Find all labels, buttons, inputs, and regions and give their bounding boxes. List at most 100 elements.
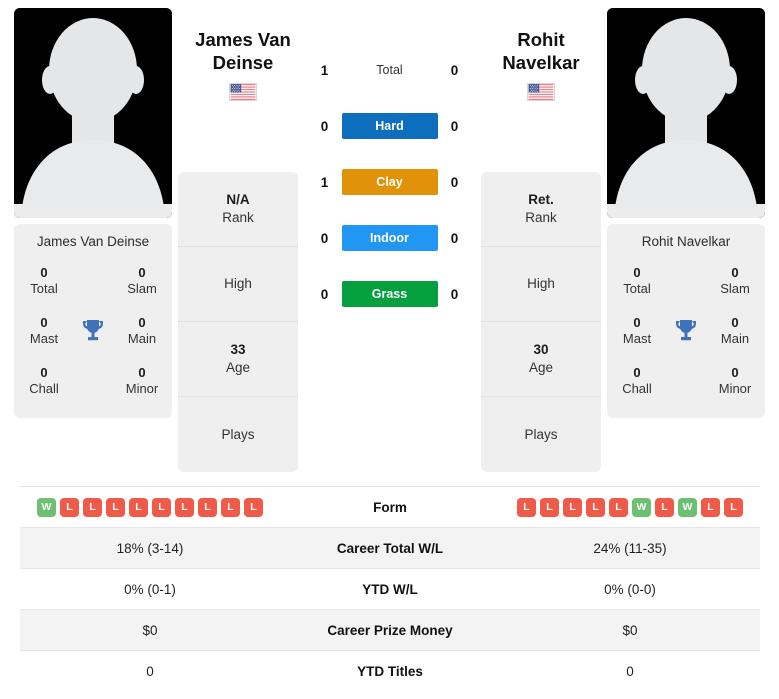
left-ytd-titles-value: 0 bbox=[146, 664, 154, 679]
h2h-clay-right-score: 0 bbox=[450, 174, 459, 190]
right-ytd-titles-value: 0 bbox=[626, 664, 634, 679]
h2h-hard-badge[interactable]: Hard bbox=[341, 113, 438, 139]
left-titles-minor: 0 Minor bbox=[116, 365, 168, 398]
left-titles-chall-label: Chall bbox=[29, 381, 59, 396]
right-titles-main: 0 Main bbox=[709, 315, 761, 348]
left-titles-grid: 0 Total 0 Slam 0 Mast 0 Main 0 Chall 0 M… bbox=[18, 256, 168, 406]
left-info-high: High bbox=[178, 247, 298, 322]
form-badge-loss[interactable]: L bbox=[129, 497, 148, 517]
right-info-age: 30 Age bbox=[481, 322, 601, 397]
right-career-prize-money-value: $0 bbox=[622, 622, 638, 638]
form-badge-loss[interactable]: L bbox=[198, 497, 217, 517]
h2h-clay-badge[interactable]: Clay bbox=[341, 169, 438, 195]
right-titles-chall-value: 0 bbox=[633, 364, 641, 380]
form-badge-loss[interactable]: L bbox=[563, 497, 582, 517]
player-comparison-page: James Van Deinse 0 Total 0 Slam 0 Mast 0… bbox=[0, 0, 779, 699]
h2h-hard-left-score: 0 bbox=[320, 118, 329, 134]
right-career-total-wl-value: 24% (11-35) bbox=[593, 540, 667, 556]
stats-career-total-wl-label: Career Total W/L bbox=[336, 540, 444, 556]
form-badge-loss[interactable]: L bbox=[724, 497, 743, 517]
form-badge-loss[interactable]: L bbox=[609, 497, 628, 517]
right-titles-chall: 0 Chall bbox=[611, 365, 663, 398]
right-form-strip: LLLLLWLWLL bbox=[517, 497, 743, 517]
left-titles-main-label: Main bbox=[127, 331, 157, 346]
right-titles-slam-label: Slam bbox=[720, 281, 750, 296]
right-info-rank: Ret. Rank bbox=[481, 172, 601, 247]
trophy-icon bbox=[676, 320, 696, 341]
left-player-info-column: N/A Rank High 33 Age Plays bbox=[178, 172, 298, 472]
right-titles-chall-label: Chall bbox=[622, 381, 652, 396]
stats-form-right-cell: LLLLLWLWLL bbox=[500, 497, 760, 517]
right-titles-mast: 0 Mast bbox=[611, 315, 663, 348]
h2h-indoor-left-score: 0 bbox=[320, 230, 329, 246]
form-badge-win[interactable]: W bbox=[632, 497, 651, 517]
h2h-row-grass: 0 Grass 0 bbox=[304, 280, 475, 308]
right-info-high: High bbox=[481, 247, 601, 322]
right-titles-mast-value: 0 bbox=[633, 314, 641, 330]
left-ytd-wl-value: 0% (0-1) bbox=[124, 581, 176, 597]
h2h-grass-badge[interactable]: Grass bbox=[341, 281, 438, 307]
left-info-rank-label: Rank bbox=[222, 210, 254, 225]
form-badge-loss[interactable]: L bbox=[106, 497, 125, 517]
left-titles-main: 0 Main bbox=[116, 315, 168, 348]
right-info-high-label: High bbox=[527, 276, 555, 292]
form-badge-loss[interactable]: L bbox=[244, 497, 263, 517]
right-ytd-wl-value: 0% (0-0) bbox=[604, 581, 656, 597]
right-titles-minor: 0 Minor bbox=[709, 365, 761, 398]
right-player-panel: Rohit Navelkar 0 Total 0 Slam 0 Mast 0 M… bbox=[607, 8, 765, 418]
left-info-age: 33 Age bbox=[178, 322, 298, 397]
right-info-age-label: Age bbox=[528, 360, 554, 375]
right-info-plays-label: Plays bbox=[524, 426, 558, 442]
h2h-row-hard: 0 Hard 0 bbox=[304, 112, 475, 140]
h2h-grass-left-score: 0 bbox=[320, 286, 329, 302]
stats-career-prize-money-label: Career Prize Money bbox=[327, 622, 453, 638]
form-badge-loss[interactable]: L bbox=[586, 497, 605, 517]
right-info-rank-value: Ret. bbox=[528, 192, 554, 208]
form-badge-loss[interactable]: L bbox=[655, 497, 674, 517]
stats-form-left-cell: WLLLLLLLLL bbox=[20, 497, 280, 517]
form-badge-win[interactable]: W bbox=[37, 497, 56, 517]
left-form-strip: WLLLLLLLLL bbox=[37, 497, 263, 517]
h2h-total-left-score: 1 bbox=[320, 62, 329, 78]
left-info-rank: N/A Rank bbox=[178, 172, 298, 247]
right-trophy-icon-cell bbox=[663, 318, 709, 344]
right-titles-minor-value: 0 bbox=[731, 364, 739, 380]
trophy-icon bbox=[83, 320, 103, 341]
right-titles-slam: 0 Slam bbox=[709, 265, 761, 298]
form-badge-loss[interactable]: L bbox=[175, 497, 194, 517]
right-info-age-value: 30 bbox=[533, 342, 549, 358]
avatar-silhouette-icon bbox=[607, 8, 765, 218]
right-titles-grid: 0 Total 0 Slam 0 Mast 0 Main 0 Chall 0 M… bbox=[611, 256, 761, 406]
left-player-titles-card: James Van Deinse 0 Total 0 Slam 0 Mast 0… bbox=[14, 224, 172, 418]
comparison-area: James Van Deinse 0 Total 0 Slam 0 Mast 0… bbox=[0, 0, 779, 472]
h2h-row-indoor: 0 Indoor 0 bbox=[304, 224, 475, 252]
right-player-card-name: Rohit Navelkar bbox=[641, 234, 731, 249]
right-info-plays: Plays bbox=[481, 397, 601, 472]
left-titles-total-value: 0 bbox=[40, 264, 48, 280]
h2h-indoor-badge[interactable]: Indoor bbox=[341, 225, 438, 251]
left-career-prize-money-value: $0 bbox=[142, 622, 158, 638]
right-titles-minor-label: Minor bbox=[718, 381, 752, 396]
h2h-indoor-right-score: 0 bbox=[450, 230, 459, 246]
form-badge-loss[interactable]: L bbox=[517, 497, 536, 517]
form-badge-loss[interactable]: L bbox=[83, 497, 102, 517]
right-player-titles-card: Rohit Navelkar 0 Total 0 Slam 0 Mast 0 M… bbox=[607, 224, 765, 418]
left-player-avatar[interactable] bbox=[14, 8, 172, 218]
left-info-high-label: High bbox=[224, 276, 252, 292]
stats-form-label: Form bbox=[373, 499, 407, 515]
left-player-card-name: James Van Deinse bbox=[36, 234, 150, 249]
form-badge-loss[interactable]: L bbox=[221, 497, 240, 517]
left-titles-slam: 0 Slam bbox=[116, 265, 168, 298]
form-badge-loss[interactable]: L bbox=[540, 497, 559, 517]
right-titles-total: 0 Total bbox=[611, 265, 663, 298]
form-badge-loss[interactable]: L bbox=[152, 497, 171, 517]
h2h-row-total: 1 Total 0 bbox=[304, 56, 475, 84]
right-titles-slam-value: 0 bbox=[731, 264, 739, 280]
right-player-avatar[interactable] bbox=[607, 8, 765, 218]
form-badge-loss[interactable]: L bbox=[60, 497, 79, 517]
right-titles-total-label: Total bbox=[623, 281, 651, 296]
form-badge-loss[interactable]: L bbox=[701, 497, 720, 517]
form-badge-win[interactable]: W bbox=[678, 497, 697, 517]
h2h-total-label: Total bbox=[376, 63, 403, 77]
avatar-silhouette-icon bbox=[14, 8, 172, 218]
